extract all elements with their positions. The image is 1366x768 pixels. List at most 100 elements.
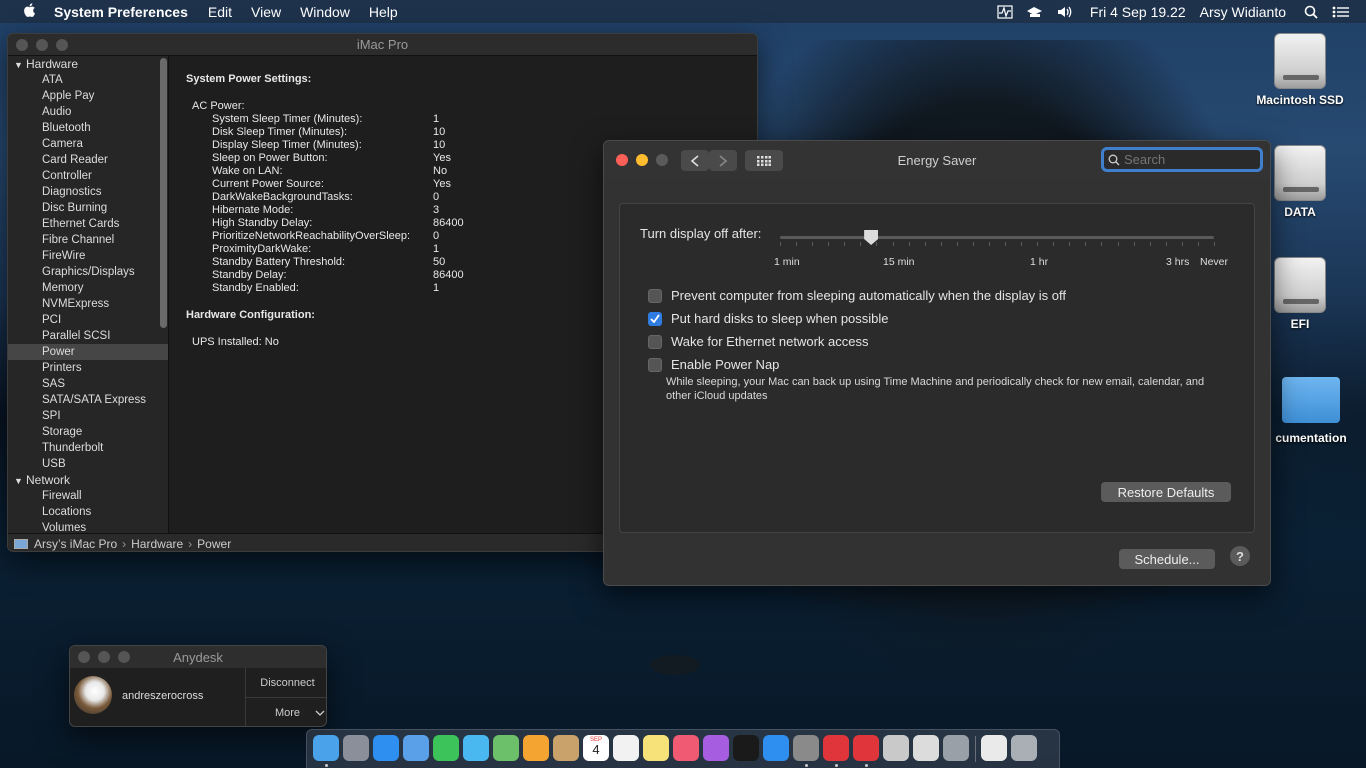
sidebar-item-disc-burning[interactable]: Disc Burning bbox=[8, 200, 168, 216]
sidebar-item-fibre-channel[interactable]: Fibre Channel bbox=[8, 232, 168, 248]
close-button[interactable] bbox=[78, 651, 90, 663]
notes-icon[interactable] bbox=[643, 735, 669, 761]
sidebar-item-card-reader[interactable]: Card Reader bbox=[8, 152, 168, 168]
sidebar-item-storage[interactable]: Storage bbox=[8, 424, 168, 440]
messages-icon[interactable] bbox=[463, 735, 489, 761]
sidebar-item-volumes[interactable]: Volumes bbox=[8, 520, 168, 533]
prevent-sleep-option[interactable]: Prevent computer from sleeping automatic… bbox=[648, 288, 1066, 303]
sysinfo-sidebar[interactable]: ▼ Hardware ATA Apple Pay Audio Bluetooth Came… bbox=[8, 56, 169, 533]
sidebar-item-pci[interactable]: PCI bbox=[8, 312, 168, 328]
sidebar-item-controller[interactable]: Controller bbox=[8, 168, 168, 184]
path-section[interactable]: Hardware bbox=[131, 537, 183, 551]
search-input[interactable] bbox=[1124, 152, 1254, 167]
sidebar-item-apple-pay[interactable]: Apple Pay bbox=[8, 88, 168, 104]
tv-icon[interactable] bbox=[733, 735, 759, 761]
help-button[interactable]: ? bbox=[1230, 546, 1250, 566]
hard-disk-sleep-option[interactable]: Put hard disks to sleep when possible bbox=[648, 311, 889, 326]
scrollbar-thumb[interactable] bbox=[160, 58, 167, 328]
anydesk-alt-icon[interactable] bbox=[853, 735, 879, 761]
desktop-icon-macintosh-ssd[interactable]: Macintosh SSD bbox=[1245, 33, 1355, 107]
migration-icon[interactable] bbox=[943, 735, 969, 761]
wake-ethernet-option[interactable]: Wake for Ethernet network access bbox=[648, 334, 869, 349]
podcasts-icon[interactable] bbox=[703, 735, 729, 761]
sidebar-item-printers[interactable]: Printers bbox=[8, 360, 168, 376]
forward-button[interactable] bbox=[709, 150, 737, 171]
textedit-icon[interactable] bbox=[913, 735, 939, 761]
system-preferences-icon[interactable] bbox=[793, 735, 819, 761]
menu-app-name[interactable]: System Preferences bbox=[54, 4, 188, 20]
sidebar-item-ata[interactable]: ATA bbox=[8, 72, 168, 88]
sidebar-item-camera[interactable]: Camera bbox=[8, 136, 168, 152]
anydesk-status-icon[interactable] bbox=[1024, 4, 1046, 20]
power-nap-option[interactable]: Enable Power Nap bbox=[648, 357, 779, 372]
finder-icon[interactable] bbox=[313, 735, 339, 761]
zoom-button[interactable] bbox=[118, 651, 130, 663]
anydesk-icon[interactable] bbox=[823, 735, 849, 761]
disclosure-triangle-icon[interactable]: ▼ bbox=[14, 57, 26, 73]
reminders-icon[interactable] bbox=[613, 735, 639, 761]
sidebar-item-audio[interactable]: Audio bbox=[8, 104, 168, 120]
back-button[interactable] bbox=[681, 150, 709, 171]
sidebar-item-parallel-scsi[interactable]: Parallel SCSI bbox=[8, 328, 168, 344]
minimize-button[interactable] bbox=[636, 154, 648, 166]
show-all-button[interactable] bbox=[745, 150, 783, 171]
sidebar-item-thunderbolt[interactable]: Thunderbolt bbox=[8, 440, 168, 456]
launchpad-icon[interactable] bbox=[343, 735, 369, 761]
trash-icon[interactable] bbox=[1011, 735, 1037, 761]
menu-window[interactable]: Window bbox=[300, 4, 350, 20]
menu-view[interactable]: View bbox=[251, 4, 281, 20]
zoom-button[interactable] bbox=[56, 38, 68, 51]
search-field[interactable] bbox=[1101, 147, 1263, 172]
path-computer[interactable]: Arsy’s iMac Pro bbox=[34, 537, 117, 551]
menubar-user[interactable]: Arsy Widianto bbox=[1200, 4, 1286, 20]
sidebar-item-power[interactable]: Power bbox=[8, 344, 168, 360]
sidebar-group-network[interactable]: ▼ Network bbox=[8, 472, 168, 488]
sidebar-item-firewall[interactable]: Firewall bbox=[8, 488, 168, 504]
maps-icon[interactable] bbox=[493, 735, 519, 761]
sidebar-item-firewire[interactable]: FireWire bbox=[8, 248, 168, 264]
minimize-button[interactable] bbox=[36, 38, 48, 51]
zoom-button[interactable] bbox=[656, 154, 668, 166]
sidebar-item-sas[interactable]: SAS bbox=[8, 376, 168, 392]
facetime-icon[interactable] bbox=[433, 735, 459, 761]
sidebar-item-usb[interactable]: USB bbox=[8, 456, 168, 472]
spotlight-search-icon[interactable] bbox=[1300, 4, 1322, 20]
contacts-icon[interactable] bbox=[553, 735, 579, 761]
sidebar-item-locations[interactable]: Locations bbox=[8, 504, 168, 520]
sidebar-item-spi[interactable]: SPI bbox=[8, 408, 168, 424]
desktop-icon-documentation[interactable]: cumentation bbox=[1256, 377, 1366, 445]
sidebar-item-nvmexpress[interactable]: NVMExpress bbox=[8, 296, 168, 312]
sidebar-group-hardware[interactable]: ▼ Hardware bbox=[8, 56, 168, 72]
apple-menu-icon[interactable] bbox=[20, 2, 38, 22]
anydesk-titlebar[interactable]: Anydesk bbox=[70, 646, 326, 668]
display-sleep-slider[interactable] bbox=[780, 236, 1215, 246]
app-store-icon[interactable] bbox=[763, 735, 789, 761]
document-icon[interactable] bbox=[981, 735, 1007, 761]
activity-monitor-icon[interactable] bbox=[994, 4, 1016, 20]
disconnect-button[interactable]: Disconnect bbox=[246, 668, 326, 698]
more-button[interactable]: More bbox=[246, 698, 326, 726]
close-button[interactable] bbox=[16, 38, 28, 51]
sidebar-item-ethernet-cards[interactable]: Ethernet Cards bbox=[8, 216, 168, 232]
sidebar-item-memory[interactable]: Memory bbox=[8, 280, 168, 296]
preview-icon[interactable] bbox=[883, 735, 909, 761]
prevent-sleep-checkbox[interactable] bbox=[648, 288, 662, 303]
restore-defaults-button[interactable]: Restore Defaults bbox=[1101, 482, 1231, 502]
menu-edit[interactable]: Edit bbox=[208, 4, 232, 20]
photos-icon[interactable] bbox=[523, 735, 549, 761]
sidebar-item-bluetooth[interactable]: Bluetooth bbox=[8, 120, 168, 136]
menubar-datetime[interactable]: Fri 4 Sep 19.22 bbox=[1090, 4, 1186, 20]
calendar-icon[interactable]: SEP 4 bbox=[583, 735, 609, 761]
energy-titlebar[interactable]: Energy Saver bbox=[604, 141, 1270, 179]
sysinfo-titlebar[interactable]: iMac Pro bbox=[8, 34, 757, 56]
schedule-button[interactable]: Schedule... bbox=[1119, 549, 1215, 569]
mail-icon[interactable] bbox=[403, 735, 429, 761]
sidebar-scrollbar[interactable] bbox=[158, 58, 168, 530]
wake-ethernet-checkbox[interactable] bbox=[648, 334, 662, 349]
hard-disk-sleep-checkbox[interactable] bbox=[648, 311, 662, 326]
menu-help[interactable]: Help bbox=[369, 4, 398, 20]
safari-icon[interactable] bbox=[373, 735, 399, 761]
power-nap-checkbox[interactable] bbox=[648, 357, 662, 372]
close-button[interactable] bbox=[616, 154, 628, 166]
minimize-button[interactable] bbox=[98, 651, 110, 663]
